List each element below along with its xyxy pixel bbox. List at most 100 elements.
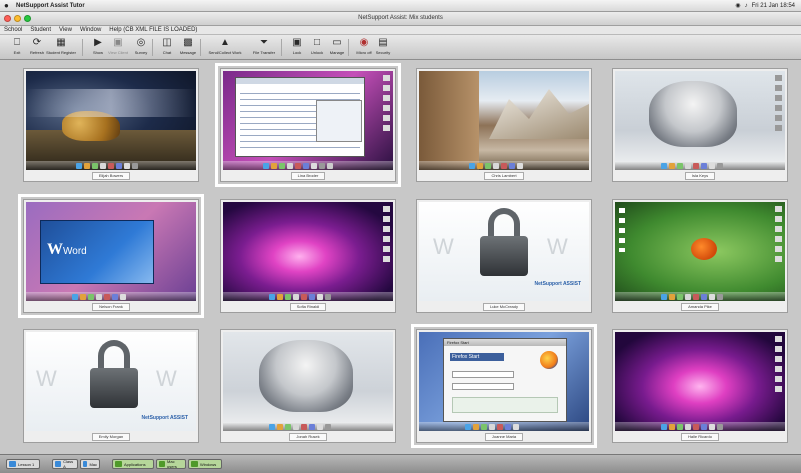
student-name: Sofia Rinaldi <box>289 303 327 311</box>
file-transfer-icon: ⏷ <box>260 37 268 48</box>
unlock-icon: □ <box>313 37 321 48</box>
chat-icon: ◫ <box>162 37 172 48</box>
student-thumbnail[interactable]: Lina Broder <box>215 63 401 187</box>
student-thumbnail[interactable]: Jonah Rusek <box>220 329 396 443</box>
class-tab[interactable]: Class A <box>52 459 78 469</box>
student-thumbnail[interactable]: W W NetSupport ASSIST Luke McCready <box>416 199 592 313</box>
student-name: Isla Keys <box>684 172 716 180</box>
toolbar-divider <box>281 39 282 56</box>
window-titlebar: NetSupport Assist: Mix students <box>0 12 801 26</box>
class-icon <box>55 461 62 467</box>
window-title: NetSupport Assist: Mix students <box>358 15 443 21</box>
menu-school[interactable]: School <box>4 27 22 33</box>
padlock-icon <box>90 340 138 410</box>
student-name: Amanda Pike <box>681 303 719 311</box>
student-screen-spreadsheet <box>223 71 393 170</box>
student-name: Joanne Maria <box>484 433 524 441</box>
mac-users-tab[interactable]: Mac users <box>156 459 186 469</box>
student-thumbnail-grid: Elijah Bowers Lina Broder Chris Lambert <box>0 61 801 454</box>
toolbar-divider <box>200 39 201 56</box>
survey-button[interactable]: ◎ Survey <box>128 37 154 59</box>
file-transfer-button[interactable]: ⏷ File Transfer <box>251 37 277 59</box>
student-thumbnail[interactable]: W Word Nelson Frank <box>18 194 204 318</box>
student-name: Elijah Bowers <box>91 172 131 180</box>
student-screen-mountains <box>419 71 589 170</box>
student-screen-word: W Word <box>26 202 196 301</box>
student-name: Emily Morgan <box>91 433 131 441</box>
menubar-status: ◉ ♪ Fri 21 Jan 18:54 <box>735 2 795 10</box>
applications-tab[interactable]: Applications <box>112 459 154 469</box>
menu-student[interactable]: Student <box>30 27 51 33</box>
message-button[interactable]: ▩ Message <box>175 37 201 59</box>
student-screen-aurora <box>223 202 393 301</box>
student-screen-locked: W W NetSupport ASSIST <box>419 202 589 301</box>
wifi-icon[interactable]: ◉ <box>735 2 740 9</box>
student-thumbnail[interactable]: Halle Ricardo <box>612 329 788 443</box>
student-screen-leopard <box>26 71 196 170</box>
manage-button[interactable]: ▭ Manage <box>324 37 350 59</box>
menu-view[interactable]: View <box>59 27 72 33</box>
menu-window[interactable]: Window <box>80 27 101 33</box>
student-thumbnail[interactable]: Amanda Pike <box>612 199 788 313</box>
student-thumbnail[interactable]: W W NetSupport ASSIST Emily Morgan <box>23 329 199 443</box>
volume-icon[interactable]: ♪ <box>745 3 748 9</box>
student-name: Nelson Frank <box>92 303 130 311</box>
dock <box>26 292 196 301</box>
word-splash: W Word <box>40 220 154 284</box>
send-collect-button[interactable]: ▲ Send/Collect Work <box>208 37 242 59</box>
main-toolbar: ⎕ Exit ⟳ Refresh ▦ Student Register ▶ Show ▣… <box>0 35 801 60</box>
security-icon: ▤ <box>378 37 388 48</box>
apple-icon[interactable]: ● <box>4 1 12 10</box>
toolbar-divider <box>82 39 83 56</box>
student-name: Luke McCready <box>482 303 525 311</box>
toolbar-divider <box>152 39 153 56</box>
student-thumbnail[interactable]: Firefox Start Firefox Start Joanne Maria <box>411 324 597 448</box>
student-thumbnail[interactable]: Chris Lambert <box>416 68 592 182</box>
student-thumbnail[interactable]: Sofia Rinaldi <box>220 199 396 313</box>
student-name: Jonah Rusek <box>289 433 327 441</box>
toolbar-divider <box>348 39 349 56</box>
dock <box>223 422 393 431</box>
dock <box>419 161 589 170</box>
windows-tab[interactable]: Windows <box>188 459 222 469</box>
student-screen-locked: W W NetSupport ASSIST <box>26 332 196 431</box>
mac-icon <box>83 461 88 467</box>
view-icon: ▣ <box>113 37 123 48</box>
dock <box>223 161 393 170</box>
clock-text[interactable]: Fri 21 Jan 18:54 <box>752 3 795 9</box>
menu-help[interactable]: Help (CB XML FILE IS LOADED) <box>109 27 197 33</box>
student-name: Chris Lambert <box>484 172 524 180</box>
applications-icon <box>115 461 122 467</box>
lock-icon: ▣ <box>292 37 302 48</box>
student-screen-snowleopard <box>615 71 785 170</box>
send-collect-icon: ▲ <box>220 37 230 48</box>
snow-leopard-image <box>259 340 353 412</box>
mac-tab[interactable]: Mac <box>80 459 100 469</box>
message-icon: ▩ <box>183 37 193 48</box>
student-screen-snowleopard <box>223 332 393 431</box>
student-register-button[interactable]: ▦ Student Register <box>46 37 76 59</box>
student-name: Halle Ricardo <box>680 433 719 441</box>
firefox-window: Firefox Start Firefox Start <box>443 338 567 422</box>
snow-leopard-image <box>649 81 737 147</box>
ladybug-image <box>691 238 717 260</box>
dock <box>223 292 393 301</box>
dock <box>615 161 785 170</box>
status-bar: Lesson 1 Class A Mac Applications Mac us… <box>0 454 801 473</box>
student-thumbnail[interactable]: Isla Keys <box>612 68 788 182</box>
dock <box>615 292 785 301</box>
student-screen-ladybug <box>615 202 785 301</box>
app-menu-title[interactable]: NetSupport Assist Tutor <box>16 3 85 9</box>
refresh-button[interactable]: ⟳ Refresh <box>24 37 50 59</box>
student-name: Lina Broder <box>290 172 326 180</box>
exit-icon: ⎕ <box>14 37 20 48</box>
padlock-icon <box>480 208 528 278</box>
monitor-icon: ▭ <box>332 37 342 48</box>
register-icon: ▦ <box>56 37 66 48</box>
dock <box>419 422 589 431</box>
microphone-icon: ◉ <box>359 37 369 48</box>
student-thumbnail[interactable]: Elijah Bowers <box>23 68 199 182</box>
app-menubar: School Student View Window Help (CB XML … <box>0 26 801 35</box>
security-button[interactable]: ▤ Security <box>370 37 396 59</box>
lesson-tab[interactable]: Lesson 1 <box>6 459 40 469</box>
